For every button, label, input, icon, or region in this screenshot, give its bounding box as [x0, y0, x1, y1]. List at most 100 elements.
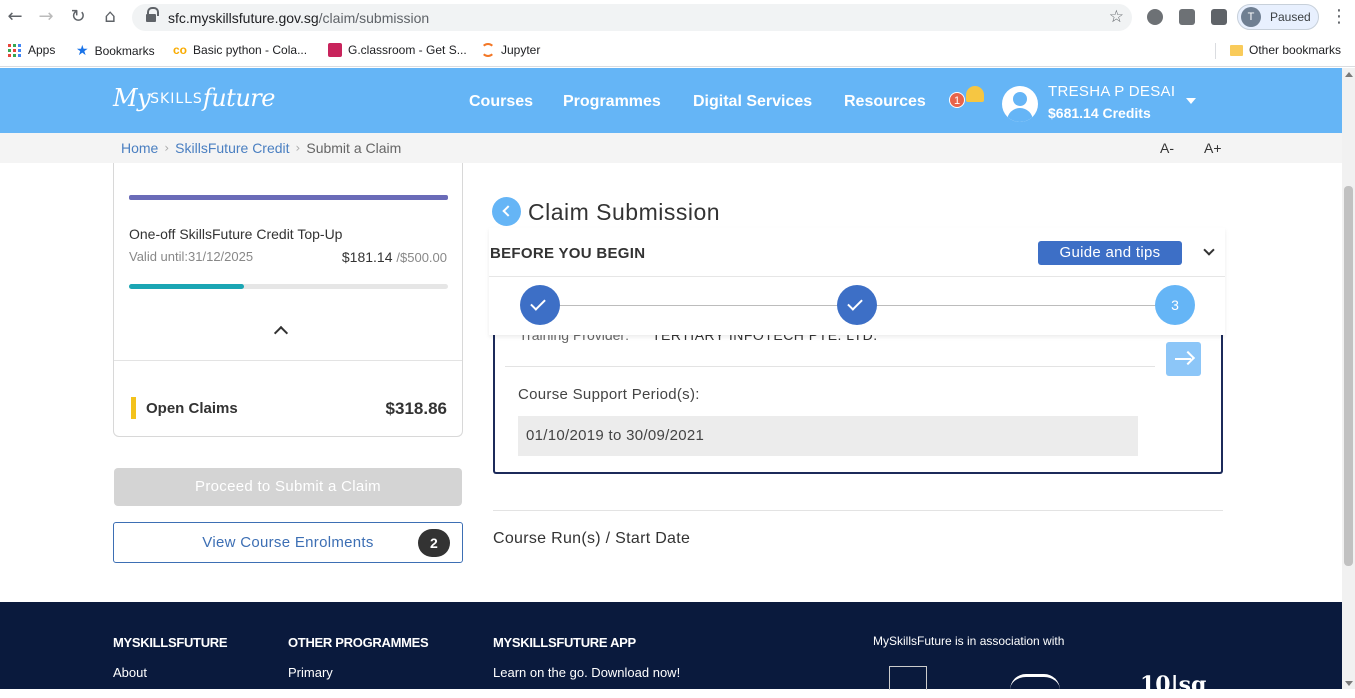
valid-until: Valid until:31/12/2025 — [129, 249, 254, 264]
course-run-label: Course Run(s) / Start Date — [493, 530, 691, 547]
topup-progress-bar — [129, 284, 448, 289]
breadcrumb-current: Submit a Claim — [306, 140, 402, 156]
profile-button[interactable]: T Paused — [1237, 4, 1319, 30]
bookmark-bookmarks[interactable]: ★ Bookmarks — [76, 43, 155, 59]
scrollbar-thumb[interactable] — [1344, 186, 1353, 566]
nav-programmes[interactable]: Programmes — [563, 93, 661, 111]
site-header: MySKILLSfuture Courses Programmes Digita… — [0, 68, 1342, 133]
enrolments-count-badge: 2 — [418, 529, 450, 557]
bookmark-classroom[interactable]: G.classroom - Get S... — [328, 43, 467, 57]
classroom-icon — [328, 43, 342, 57]
footer-link-about[interactable]: About — [113, 665, 147, 680]
bookmarks-divider — [1215, 43, 1216, 59]
view-course-enrolments-button[interactable]: View Course Enrolments 2 — [113, 522, 463, 563]
lock-icon — [146, 7, 159, 23]
breadcrumb-skillsfuture-credit[interactable]: SkillsFuture Credit — [175, 140, 289, 156]
notification-bell-icon[interactable]: 1 — [949, 84, 985, 108]
chevron-up-icon[interactable] — [273, 325, 289, 341]
user-name[interactable]: TRESHA P DESAI — [1048, 83, 1175, 100]
site-footer: MYSKILLSFUTURE About OTHER PROGRAMMES Pr… — [0, 602, 1342, 698]
card-divider — [114, 360, 462, 361]
bookmark-star-icon[interactable]: ☆ — [1109, 7, 1124, 27]
topup-title: One-off SkillsFuture Credit Top-Up — [129, 226, 343, 242]
course-details-card: Training Provider: TERTIARY INFOTECH PTE… — [493, 327, 1223, 474]
home-icon[interactable]: ⌂ — [99, 6, 121, 28]
cast-icon[interactable] — [1179, 9, 1195, 25]
step-2-complete — [837, 285, 877, 325]
chevron-down-icon[interactable] — [1203, 244, 1215, 256]
user-avatar[interactable] — [1002, 86, 1038, 122]
next-arrow-button[interactable] — [1166, 342, 1201, 376]
user-menu-caret-icon[interactable] — [1186, 98, 1196, 104]
chevron-right-icon: › — [295, 141, 301, 155]
chevron-right-icon: › — [164, 141, 170, 155]
nav-digital-services[interactable]: Digital Services — [693, 93, 812, 111]
user-credits: $681.14 Credits — [1048, 105, 1151, 121]
font-decrease-button[interactable]: A- — [1160, 140, 1174, 156]
footer-association-text: MySkillsFuture is in association with — [873, 634, 1065, 648]
browser-menu-icon[interactable]: ⋮ — [1330, 6, 1348, 27]
forward-arrow-icon[interactable]: → — [35, 6, 57, 28]
jupyter-icon — [481, 43, 495, 57]
profile-avatar: T — [1241, 7, 1261, 27]
chevron-left-icon — [502, 205, 514, 217]
topup-amount: $181.14 /$500.00 — [341, 249, 447, 265]
page-title: Claim Submission — [528, 199, 721, 225]
checkmark-icon — [530, 295, 546, 311]
font-increase-button[interactable]: A+ — [1204, 140, 1222, 156]
footer-app-text: Learn on the go. Download now! — [493, 665, 681, 680]
scroll-up-icon[interactable] — [1345, 72, 1353, 77]
notification-badge: 1 — [949, 92, 965, 108]
course-support-period-field: 01/10/2019 to 30/09/2021 — [518, 416, 1138, 456]
partner-logo[interactable] — [1010, 674, 1060, 690]
open-claims-value: $318.86 — [385, 399, 447, 418]
footer-heading-other-programmes: OTHER PROGRAMMES — [288, 635, 429, 650]
reload-icon[interactable]: ↻ — [67, 6, 89, 28]
details-divider — [505, 366, 1155, 367]
bookmark-other[interactable]: Other bookmarks — [1230, 43, 1341, 57]
footer-heading-app: MYSKILLSFUTURE APP — [493, 635, 636, 650]
topup-progress-fill — [129, 284, 245, 289]
address-bar[interactable]: sfc.myskillsfuture.gov.sg/claim/submissi… — [132, 4, 1132, 31]
apps-grid-icon — [8, 43, 22, 57]
course-support-period-label: Course Support Period(s): — [518, 386, 700, 403]
nav-resources[interactable]: Resources — [844, 93, 926, 111]
bookmark-apps[interactable]: Apps — [8, 43, 55, 57]
puzzle-icon[interactable] — [1211, 9, 1227, 25]
browser-toolbar: ← → ↻ ⌂ sfc.myskillsfuture.gov.sg/claim/… — [0, 0, 1355, 35]
step-3-current: 3 — [1155, 285, 1195, 325]
step-1-complete — [520, 285, 560, 325]
before-you-begin-title: BEFORE YOU BEGIN — [490, 245, 646, 262]
nav-courses[interactable]: Courses — [469, 93, 533, 111]
breadcrumb-home[interactable]: Home — [121, 140, 158, 156]
star-icon: ★ — [76, 43, 89, 59]
myskillsfuture-logo[interactable]: MySKILLSfuture — [113, 84, 275, 112]
open-claims-marker — [131, 397, 136, 419]
back-button[interactable] — [492, 197, 521, 226]
credit-balance-card: One-off SkillsFuture Credit Top-Up Valid… — [113, 163, 463, 437]
url-text: sfc.myskillsfuture.gov.sg/claim/submissi… — [168, 10, 430, 26]
government-crest-logo[interactable] — [889, 666, 927, 690]
back-arrow-icon[interactable]: ← — [4, 6, 26, 28]
proceed-to-submit-claim-button[interactable]: Proceed to Submit a Claim — [114, 468, 462, 506]
breadcrumb-bar: Home › SkillsFuture Credit › Submit a Cl… — [0, 133, 1342, 163]
before-you-begin-panel: BEFORE YOU BEGIN Guide and tips 3 — [489, 228, 1225, 335]
previous-credit-progress-bar — [129, 195, 448, 200]
profile-status: Paused — [1270, 10, 1311, 24]
sg-logo[interactable]: 10|sg — [1140, 672, 1206, 698]
bookmark-colab[interactable]: co Basic python - Cola... — [173, 43, 307, 57]
extension-icon[interactable] — [1147, 9, 1163, 25]
open-claims-label: Open Claims — [146, 400, 238, 417]
scroll-down-icon[interactable] — [1345, 681, 1353, 686]
guide-and-tips-button[interactable]: Guide and tips — [1038, 241, 1182, 265]
footer-link-primary[interactable]: Primary — [288, 665, 333, 680]
folder-icon — [1230, 44, 1243, 56]
checkmark-icon — [847, 295, 863, 311]
colab-icon: co — [173, 43, 188, 57]
breadcrumb: Home › SkillsFuture Credit › Submit a Cl… — [121, 140, 401, 156]
bookmarks-bar: Apps ★ Bookmarks co Basic python - Cola.… — [0, 35, 1355, 67]
bookmark-jupyter[interactable]: Jupyter — [481, 43, 540, 57]
panel-divider — [489, 276, 1225, 277]
footer-heading-myskillsfuture: MYSKILLSFUTURE — [113, 635, 228, 650]
section-divider — [493, 510, 1223, 511]
